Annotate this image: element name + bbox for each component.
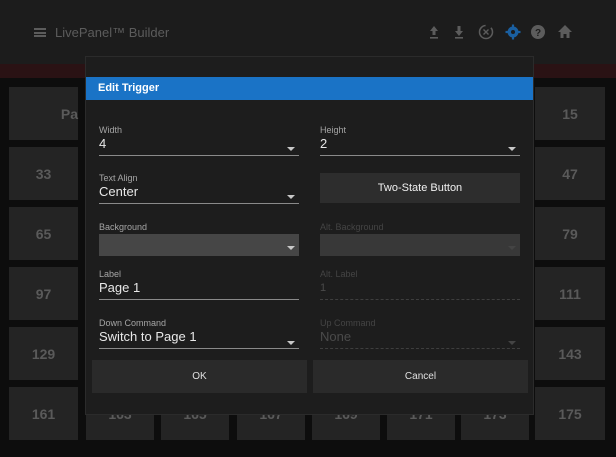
chevron-down-icon	[287, 147, 295, 151]
grid-button[interactable]: 129	[9, 327, 78, 380]
home-icon[interactable]	[555, 22, 575, 42]
width-label: Width	[99, 125, 123, 135]
text-align-value: Center	[99, 184, 139, 199]
down-command-value: Switch to Page 1	[99, 329, 197, 344]
height-value: 2	[320, 136, 328, 151]
background-swatch	[99, 234, 299, 256]
download-icon[interactable]	[449, 22, 469, 42]
ok-button[interactable]: OK	[92, 360, 307, 393]
label-label: Label	[99, 269, 122, 279]
text-align-select[interactable]: Text Align Center	[99, 173, 299, 205]
app-title: LivePanel™ Builder	[55, 25, 170, 40]
down-command-select[interactable]: Down Command Switch to Page 1	[99, 318, 299, 350]
alt-background-label: Alt. Background	[320, 222, 384, 232]
edit-trigger-dialog: Edit Trigger Width 4 Height 2 Text Align…	[86, 57, 533, 414]
alt-label-label: Alt. Label	[320, 269, 358, 279]
svg-text:?: ?	[535, 28, 541, 39]
alt-background-swatch	[320, 234, 520, 256]
two-state-button[interactable]: Two-State Button	[320, 173, 520, 203]
grid-button[interactable]: 79	[535, 207, 605, 260]
height-label: Height	[320, 125, 347, 135]
grid-button[interactable]: 111	[535, 267, 605, 320]
up-command-label: Up Command	[320, 318, 376, 328]
settings-icon[interactable]	[503, 22, 523, 42]
chevron-down-icon	[508, 341, 516, 345]
background-label: Background	[99, 222, 148, 232]
chevron-down-icon	[287, 341, 295, 345]
grid-button[interactable]: 175	[535, 387, 605, 440]
help-icon[interactable]: ?	[528, 22, 548, 42]
width-select[interactable]: Width 4	[99, 125, 299, 157]
grid-button[interactable]: Pa	[9, 87, 78, 140]
grid-button[interactable]: 15	[535, 87, 605, 140]
chevron-down-icon	[287, 246, 295, 250]
label-input[interactable]: Label Page 1	[99, 269, 299, 301]
grid-button[interactable]: 97	[9, 267, 78, 320]
dialog-title: Edit Trigger	[86, 77, 533, 100]
cancel-button[interactable]: Cancel	[313, 360, 528, 393]
grid-button[interactable]: 33	[9, 147, 78, 200]
alt-label-value: 1	[320, 282, 327, 294]
top-toolbar: LivePanel™ Builder ?	[0, 0, 616, 64]
height-select[interactable]: Height 2	[320, 125, 520, 157]
grid-button[interactable]: 143	[535, 327, 605, 380]
up-command-value: None	[320, 329, 352, 344]
alt-background-select: Alt. Background	[320, 222, 520, 258]
restore-icon[interactable]	[476, 22, 496, 42]
grid-button[interactable]: 65	[9, 207, 78, 260]
menu-icon[interactable]	[34, 28, 46, 37]
chevron-down-icon	[508, 147, 516, 151]
down-command-label: Down Command	[99, 318, 167, 328]
background-color-select[interactable]: Background	[99, 222, 299, 258]
label-value: Page 1	[99, 280, 141, 295]
grid-button[interactable]: 161	[9, 387, 78, 440]
grid-button[interactable]: 47	[535, 147, 605, 200]
upload-icon[interactable]	[424, 22, 444, 42]
chevron-down-icon	[508, 246, 516, 250]
up-command-select: Up Command None	[320, 318, 520, 350]
width-value: 4	[99, 136, 107, 151]
alt-label-input: Alt. Label 1	[320, 269, 520, 301]
chevron-down-icon	[287, 195, 295, 199]
text-align-label: Text Align	[99, 173, 138, 183]
